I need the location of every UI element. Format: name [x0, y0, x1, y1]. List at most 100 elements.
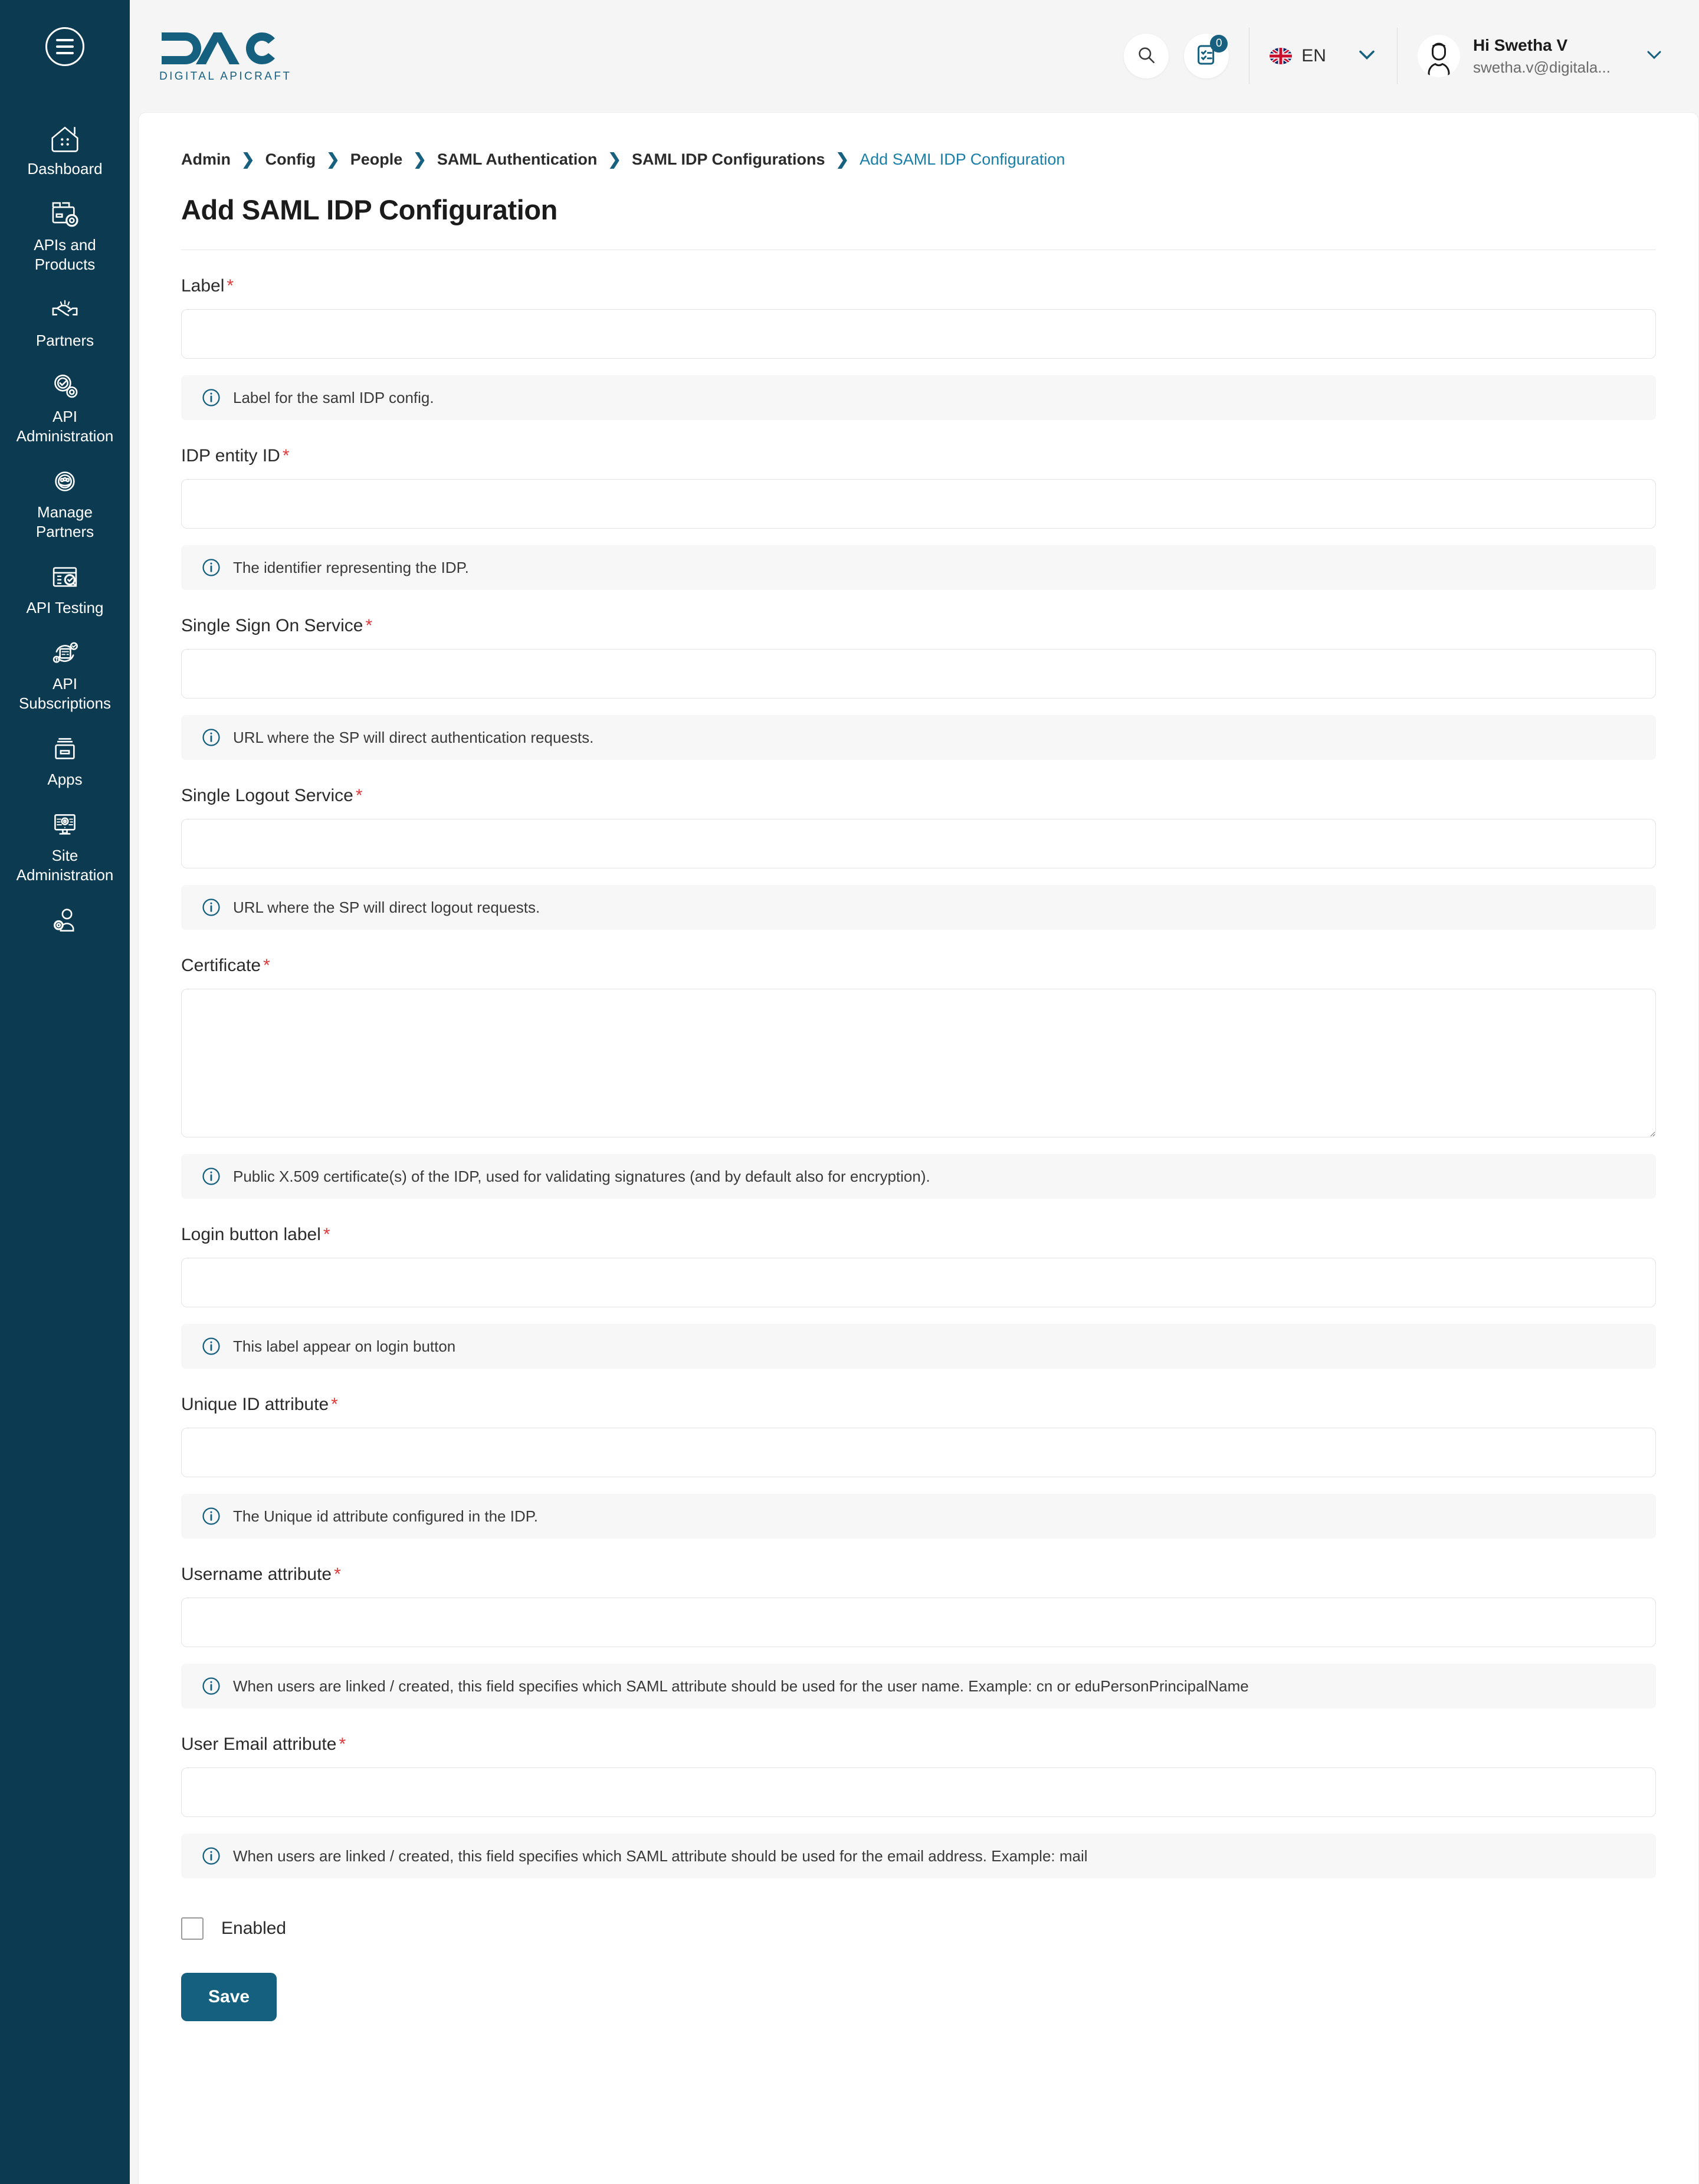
field-hint-text: When users are linked / created, this fi…	[233, 1847, 1088, 1865]
breadcrumb: Admin ❯ Config ❯ People ❯ SAML Authentic…	[181, 150, 1656, 169]
field-label-value: Label	[181, 276, 225, 296]
sidebar-item-label: Partners	[35, 332, 94, 349]
page-title: Add SAML IDP Configuration	[181, 194, 557, 225]
header-divider	[1396, 28, 1398, 84]
field-label-text: Certificate *	[181, 956, 1656, 976]
sidebar-item-label: Site Administration	[16, 847, 114, 884]
chevron-down-icon[interactable]	[1357, 48, 1377, 64]
field-username-attribute: Username attribute * When users are linke…	[181, 1565, 1656, 1708]
user-menu[interactable]: Hi Swetha V swetha.v@digitala...	[1417, 35, 1664, 77]
save-button[interactable]: Save	[181, 1973, 277, 2021]
field-hint-text: This label appear on login button	[233, 1337, 456, 1355]
sidebar-item-label: API Administration	[16, 408, 114, 445]
field-label-value: Username attribute	[181, 1565, 332, 1584]
required-indicator: *	[334, 1565, 341, 1584]
site-admin-monitor-icon	[48, 809, 82, 840]
search-button[interactable]	[1124, 34, 1169, 78]
sidebar-item-label: Apps	[47, 770, 83, 788]
field-single-sign-on-service: Single Sign On Service * URL where the SP…	[181, 616, 1656, 760]
unique-id-attribute-input[interactable]	[181, 1428, 1656, 1477]
field-label-text: Login button label *	[181, 1225, 1656, 1245]
chevron-down-icon[interactable]	[1645, 49, 1664, 64]
content-card: Admin ❯ Config ❯ People ❯ SAML Authentic…	[138, 112, 1699, 2184]
brand-logo[interactable]: DIGITAL APICRAFT	[159, 29, 291, 83]
dac-logo-icon	[159, 29, 277, 68]
breadcrumb-item-admin[interactable]: Admin	[181, 150, 231, 169]
required-indicator: *	[355, 786, 363, 805]
idp-entity-id-input[interactable]	[181, 479, 1656, 529]
field-hint-text: URL where the SP will direct authenticat…	[233, 729, 594, 746]
sidebar-item-apps[interactable]: Apps	[0, 733, 130, 789]
single-sign-on-service-input[interactable]	[181, 649, 1656, 699]
hamburger-line	[56, 39, 74, 41]
api-admin-gear-icon	[48, 370, 82, 401]
required-indicator: *	[263, 956, 270, 975]
user-email: swetha.v@digitala...	[1472, 58, 1611, 76]
field-hint: When users are linked / created, this fi…	[181, 1834, 1656, 1878]
sidebar-item-label: APIs and Products	[34, 236, 96, 273]
field-hint: The identifier representing the IDP.	[181, 545, 1656, 590]
field-login-button-label: Login button label * This label appear on…	[181, 1225, 1656, 1369]
single-logout-service-input[interactable]	[181, 819, 1656, 868]
sidebar-item-partners[interactable]: Partners	[0, 294, 130, 350]
language-selector[interactable]: EN	[1270, 46, 1377, 66]
field-hint: When users are linked / created, this fi…	[181, 1664, 1656, 1708]
chevron-right-icon: ❯	[608, 150, 622, 168]
field-hint: The Unique id attribute configured in th…	[181, 1494, 1656, 1539]
field-hint: Label for the saml IDP config.	[181, 375, 1656, 420]
header-actions: 0 EN Hi Swetha V swetha.v@digitala...	[1124, 28, 1664, 84]
sidebar-item-apis-and-products[interactable]: APIs and Products	[0, 199, 130, 274]
breadcrumb-item-current: Add SAML IDP Configuration	[860, 150, 1065, 168]
sidebar-item-site-administration[interactable]: Site Administration	[0, 809, 130, 885]
field-hint: URL where the SP will direct authenticat…	[181, 715, 1656, 760]
username-attribute-input[interactable]	[181, 1598, 1656, 1647]
sidebar-nav: Dashboard APIs and Products Partners API…	[0, 123, 130, 962]
breadcrumb-item-saml-idp-configurations[interactable]: SAML IDP Configurations	[632, 150, 825, 169]
sidebar: Dashboard APIs and Products Partners API…	[0, 0, 130, 2184]
field-hint-text: The Unique id attribute configured in th…	[233, 1507, 538, 1525]
label-input[interactable]	[181, 309, 1656, 359]
sidebar-item-api-testing[interactable]: API Testing	[0, 562, 130, 618]
breadcrumb-item-config[interactable]: Config	[265, 150, 316, 169]
sidebar-item-api-subscriptions[interactable]: API Subscriptions	[0, 638, 130, 713]
user-email-attribute-input[interactable]	[181, 1767, 1656, 1817]
certificate-textarea[interactable]	[181, 989, 1656, 1137]
chevron-right-icon: ❯	[241, 150, 255, 168]
info-icon	[201, 1336, 221, 1356]
chevron-right-icon: ❯	[835, 150, 849, 168]
top-header: DIGITAL APICRAFT 0 EN Hi Swetha V swetha…	[130, 0, 1699, 112]
tasks-button[interactable]: 0	[1184, 34, 1229, 78]
breadcrumb-item-saml-authentication[interactable]: SAML Authentication	[437, 150, 598, 169]
field-single-logout-service: Single Logout Service * URL where the SP …	[181, 786, 1656, 930]
tasks-badge: 0	[1210, 35, 1228, 53]
enabled-checkbox-label[interactable]: Enabled	[221, 1919, 286, 1939]
sidebar-item-dashboard[interactable]: Dashboard	[0, 123, 130, 179]
menu-toggle-button[interactable]	[45, 27, 84, 66]
apps-drawer-icon	[48, 733, 82, 764]
sidebar-item-api-administration[interactable]: API Administration	[0, 370, 130, 446]
sidebar-item-label: API Testing	[26, 599, 104, 616]
field-label-value: Login button label	[181, 1225, 321, 1244]
info-icon	[201, 727, 221, 747]
field-label-value: User Email attribute	[181, 1734, 337, 1754]
sidebar-item-label: API Subscriptions	[18, 675, 111, 712]
sidebar-item-user-settings[interactable]	[0, 905, 130, 942]
language-code: EN	[1301, 46, 1326, 65]
field-label-value: Unique ID attribute	[181, 1395, 329, 1414]
required-indicator: *	[339, 1734, 346, 1754]
uk-flag-icon	[1270, 48, 1293, 64]
login-button-label-input[interactable]	[181, 1258, 1656, 1307]
chevron-right-icon: ❯	[326, 150, 340, 168]
field-label-text: Single Logout Service *	[181, 786, 1656, 806]
api-subscriptions-cycle-icon	[48, 638, 82, 668]
enabled-checkbox[interactable]	[181, 1917, 204, 1940]
sidebar-item-manage-partners[interactable]: Manage Partners	[0, 466, 130, 542]
required-indicator: *	[323, 1225, 330, 1244]
search-icon	[1136, 45, 1156, 68]
chevron-right-icon: ❯	[413, 150, 427, 168]
api-products-box-icon	[48, 199, 82, 229]
field-unique-id-attribute: Unique ID attribute * The Unique id attri…	[181, 1395, 1656, 1539]
breadcrumb-item-people[interactable]: People	[350, 150, 403, 169]
info-icon	[201, 388, 221, 408]
handshake-icon	[48, 294, 82, 325]
